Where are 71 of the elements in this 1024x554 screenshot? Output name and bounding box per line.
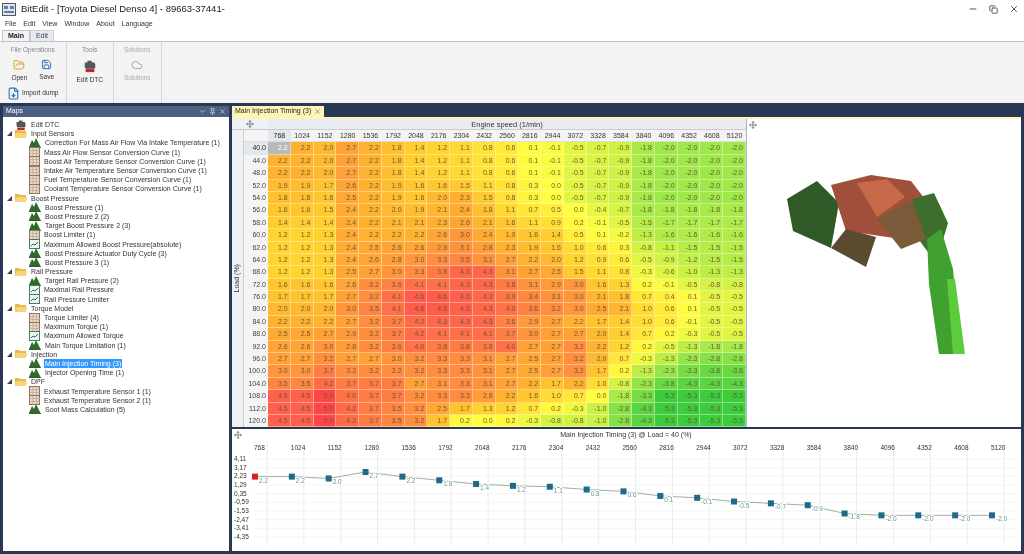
grid-icon bbox=[29, 312, 40, 323]
cloud-icon bbox=[131, 58, 144, 71]
engine-icon bbox=[15, 118, 27, 131]
grid-icon bbox=[29, 321, 40, 332]
mountain-chart-icon bbox=[29, 358, 41, 369]
data-point[interactable] bbox=[915, 512, 922, 519]
move-icon[interactable] bbox=[234, 431, 242, 439]
folder-icon bbox=[15, 349, 27, 360]
save-icon bbox=[41, 58, 53, 70]
data-point[interactable] bbox=[362, 469, 369, 475]
folder-icon bbox=[15, 376, 27, 387]
grid-icon bbox=[29, 147, 40, 158]
expanded-arrow-icon[interactable] bbox=[7, 379, 12, 385]
mountain-chart-icon bbox=[29, 367, 41, 378]
engine-icon bbox=[82, 58, 97, 73]
move-icon[interactable] bbox=[246, 120, 254, 128]
grid-icon bbox=[29, 156, 40, 167]
dropdown-icon[interactable] bbox=[199, 108, 206, 115]
close-icon[interactable] bbox=[1009, 4, 1019, 14]
import-icon bbox=[7, 86, 20, 100]
line-chart-icon bbox=[29, 294, 40, 305]
folder-icon bbox=[13, 58, 26, 71]
folder-icon bbox=[15, 128, 27, 139]
expanded-arrow-icon[interactable] bbox=[7, 351, 12, 357]
data-point[interactable] bbox=[436, 477, 443, 484]
data-point[interactable] bbox=[583, 486, 590, 493]
data-point[interactable] bbox=[325, 475, 332, 482]
grid-icon bbox=[29, 386, 40, 397]
grid-icon bbox=[29, 183, 40, 194]
data-point[interactable] bbox=[252, 473, 258, 480]
mountain-chart-icon bbox=[29, 340, 41, 351]
pin-icon[interactable] bbox=[209, 108, 216, 115]
move-icon[interactable] bbox=[749, 121, 757, 129]
close-icon[interactable] bbox=[219, 108, 226, 115]
expanded-arrow-icon[interactable] bbox=[7, 131, 12, 137]
data-point[interactable] bbox=[694, 494, 701, 501]
data-point[interactable] bbox=[657, 492, 664, 499]
data-point[interactable] bbox=[620, 488, 627, 495]
window-title: BitEdit - [Toyota Diesel Denso 4] - 89663-37441- bbox=[21, 1, 225, 16]
data-point[interactable] bbox=[841, 510, 848, 517]
data-point[interactable] bbox=[473, 481, 480, 487]
grid-icon bbox=[29, 174, 40, 185]
line-chart-icon bbox=[29, 330, 40, 341]
line-chart-icon bbox=[29, 239, 40, 250]
data-point[interactable] bbox=[804, 502, 811, 509]
data-point[interactable] bbox=[509, 482, 516, 489]
expanded-arrow-icon[interactable] bbox=[7, 305, 12, 311]
data-point[interactable] bbox=[399, 473, 406, 480]
data-point[interactable] bbox=[767, 500, 774, 507]
grid-icon bbox=[29, 229, 40, 240]
data-point[interactable] bbox=[878, 512, 885, 519]
mountain-chart-icon bbox=[29, 211, 41, 222]
app-icon bbox=[2, 2, 16, 16]
folder-icon bbox=[15, 266, 27, 277]
data-point[interactable] bbox=[546, 483, 553, 490]
folder-icon bbox=[15, 193, 27, 204]
mountain-chart-icon bbox=[29, 404, 41, 415]
folder-icon bbox=[15, 303, 27, 314]
data-point[interactable] bbox=[288, 473, 295, 480]
line-chart-icon bbox=[29, 284, 40, 295]
restore-icon[interactable] bbox=[989, 4, 998, 14]
expanded-arrow-icon[interactable] bbox=[7, 269, 12, 275]
mountain-chart-icon bbox=[29, 202, 41, 213]
data-point[interactable] bbox=[952, 512, 959, 519]
mountain-chart-icon bbox=[29, 248, 41, 259]
expanded-arrow-icon[interactable] bbox=[7, 195, 12, 201]
mountain-chart-icon bbox=[29, 257, 41, 268]
data-point[interactable] bbox=[731, 498, 738, 505]
data-point[interactable] bbox=[989, 512, 995, 519]
grid-icon bbox=[29, 395, 40, 406]
grid-icon bbox=[29, 165, 40, 176]
